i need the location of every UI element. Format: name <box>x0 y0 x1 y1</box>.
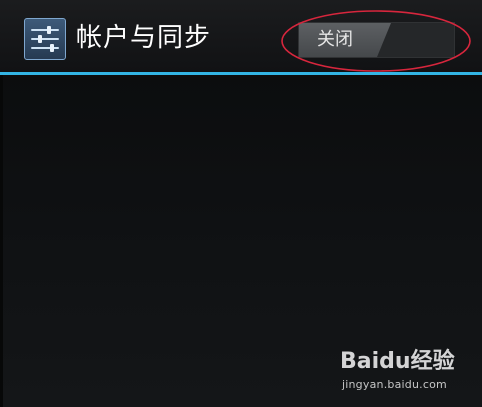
baidu-brand-text: Baidu经验 <box>340 349 455 374</box>
toggle-label: 关闭 <box>317 29 353 50</box>
settings-sliders-icon[interactable] <box>24 18 66 60</box>
page-title: 帐户与同步 <box>76 23 212 53</box>
action-bar: 帐户与同步 关闭 <box>0 0 482 72</box>
watermark-url: jingyan.baidu.com <box>342 378 447 391</box>
sync-toggle[interactable]: 关闭 <box>298 22 455 58</box>
baidu-logo: Baidu经验 <box>340 348 455 376</box>
action-bar-divider <box>0 72 482 75</box>
screen: 帐户与同步 关闭 Baidu经验 jingyan.baidu.com <box>0 0 482 407</box>
baidu-watermark: Baidu经验 jingyan.baidu.com <box>340 348 470 402</box>
